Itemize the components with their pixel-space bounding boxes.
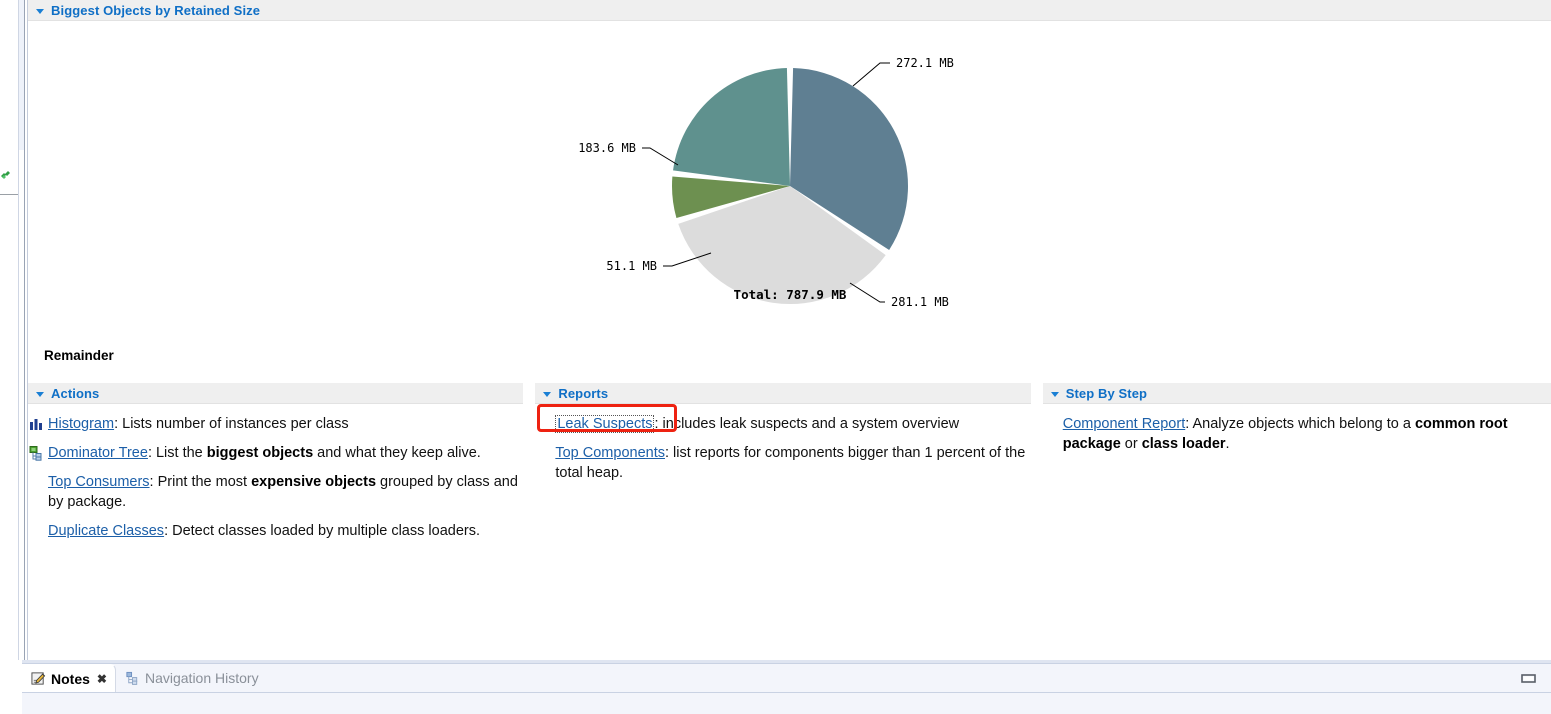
description-text: or — [1120, 436, 1142, 452]
description-text: and what they keep alive. — [313, 445, 481, 461]
editor-left-rail — [0, 0, 28, 660]
pie-slice-4[interactable] — [673, 68, 790, 186]
action-entry-text: Duplicate Classes: Detect classes loaded… — [48, 521, 523, 541]
pie-slice-label-1: 272.1 MB — [896, 56, 954, 70]
close-icon[interactable]: ✖ — [97, 673, 107, 685]
pie-slices — [672, 68, 908, 304]
report-entry-text: Leak Suspects: includes leak suspects an… — [537, 404, 1030, 434]
section-header-underline — [1042, 403, 1551, 404]
link-component-report[interactable]: Component Report — [1063, 416, 1186, 432]
retained-size-pie-chart: 272.1 MB 281.1 MB 51.1 MB 183.6 MB Total: 7… — [28, 21, 1551, 363]
description-text: : includes leak suspects and a system ov… — [654, 416, 960, 432]
description-text: . — [1225, 436, 1230, 452]
step-entry-text: Component Report: Analyze objects which … — [1063, 414, 1551, 454]
action-entry-text: Top Consumers: Print the most expensive … — [48, 472, 523, 512]
bookmark-green-icon[interactable] — [0, 168, 12, 180]
no-icon — [1043, 416, 1059, 432]
link-top-consumers[interactable]: Top Consumers — [48, 474, 150, 490]
step-by-step-list: Component Report: Analyze objects which … — [1043, 404, 1551, 454]
view-tab-notes[interactable]: Notes ✖ — [22, 664, 116, 692]
description-text: : Print the most — [149, 474, 252, 490]
link-top-components[interactable]: Top Components — [555, 445, 665, 461]
chevron-down-icon[interactable] — [1050, 391, 1059, 397]
step-entry: Component Report: Analyze objects which … — [1043, 414, 1551, 454]
rail-divider-a — [18, 0, 19, 660]
action-entry: Top Consumers: Print the most expensive … — [28, 472, 523, 512]
rail-separator — [0, 194, 18, 195]
report-entry: Leak Suspects: includes leak suspects an… — [535, 404, 1030, 434]
view-tab-row: Notes ✖ Navigation History — [22, 664, 1551, 692]
no-icon — [535, 445, 551, 461]
section-header-reports[interactable]: Reports — [535, 383, 1031, 404]
link-leak-suspects[interactable]: Leak Suspects — [555, 415, 655, 433]
description-text: : List the — [147, 445, 207, 461]
description-text: : Lists number of instances per class — [114, 416, 349, 432]
actions-list: Histogram: Lists number of instances per… — [28, 404, 523, 541]
reports-list: Leak Suspects: includes leak suspects an… — [535, 404, 1030, 483]
description-text: : Analyze objects which belong to a — [1185, 416, 1415, 432]
emphasis-text: expensive objects — [251, 474, 377, 490]
section-title-actions: Actions — [51, 386, 100, 401]
panel-actions: Actions Histogram: Lists number of insta… — [28, 383, 524, 660]
no-icon — [28, 474, 44, 490]
section-header-underline — [535, 403, 1031, 404]
view-tab-label: Notes — [51, 670, 90, 687]
pie-slice-label-3: 51.1 MB — [606, 259, 657, 273]
emphasis-text: class loader — [1141, 436, 1226, 452]
pie-leader-line-2 — [849, 282, 885, 303]
leak-suspects-highlight-wrapper: Leak Suspects — [537, 404, 678, 434]
pie-leader-line-4 — [642, 147, 679, 166]
pie-leader-line-1 — [852, 62, 890, 87]
section-title-reports: Reports — [558, 386, 609, 401]
section-title-biggest-objects: Biggest Objects by Retained Size — [51, 3, 261, 18]
mat-overview-editor: Biggest Objects by Retained Size 272.1 M… — [0, 0, 1551, 714]
pie-slice-label-2: 281.1 MB — [891, 295, 949, 309]
notes-view-body[interactable] — [22, 693, 1551, 714]
link-histogram[interactable]: Histogram — [48, 416, 114, 432]
view-tab-navigation-history[interactable]: Navigation History — [116, 664, 267, 692]
pie-chart-svg: 272.1 MB 281.1 MB 51.1 MB 183.6 MB Total: 7… — [578, 56, 954, 309]
dominator-tree-icon — [28, 445, 44, 461]
chevron-down-icon[interactable] — [36, 391, 44, 397]
overview-pane: Biggest Objects by Retained Size 272.1 M… — [28, 0, 1551, 660]
chevron-down-icon[interactable] — [543, 391, 552, 397]
navigation-history-icon — [125, 671, 140, 686]
bottom-view-stack: Notes ✖ Navigation History — [22, 660, 1551, 714]
remainder-label: Remainder — [44, 348, 114, 363]
action-entry-text: Dominator Tree: List the biggest objects… — [48, 443, 523, 463]
section-header-biggest-objects[interactable]: Biggest Objects by Retained Size — [28, 0, 1551, 21]
pie-total-label: Total: 787.9 MB — [734, 287, 847, 302]
section-header-step-by-step[interactable]: Step By Step — [1042, 383, 1551, 404]
link-dominator-tree[interactable]: Dominator Tree — [48, 445, 148, 461]
chevron-down-icon[interactable] — [36, 8, 44, 14]
pie-slice-label-4: 183.6 MB — [578, 141, 636, 155]
link-duplicate-classes[interactable]: Duplicate Classes — [48, 523, 164, 539]
no-icon — [28, 523, 44, 539]
emphasis-text: biggest objects — [206, 445, 314, 461]
action-entry: Duplicate Classes: Detect classes loaded… — [28, 521, 523, 541]
overview-panels: Actions Histogram: Lists number of insta… — [28, 383, 1551, 660]
panel-step-by-step: Step By Step Component Report: Analyze o… — [1042, 383, 1551, 660]
section-header-actions[interactable]: Actions — [28, 383, 524, 404]
rail-divider-b — [24, 0, 25, 660]
action-entry: Dominator Tree: List the biggest objects… — [28, 443, 523, 463]
notes-pencil-icon — [31, 671, 46, 686]
section-title-step-by-step: Step By Step — [1065, 386, 1148, 401]
panel-reports: Reports Leak Suspects: includes leak sus… — [535, 383, 1031, 660]
view-tab-label: Navigation History — [144, 670, 259, 686]
section-header-underline — [28, 403, 524, 404]
action-entry: Histogram: Lists number of instances per… — [28, 414, 523, 434]
report-entry-text: Top Components: list reports for compone… — [555, 443, 1030, 483]
report-entry: Top Components: list reports for compone… — [535, 443, 1030, 483]
no-icon — [535, 416, 551, 432]
minimize-icon[interactable] — [1520, 672, 1537, 685]
description-text: : Detect classes loaded by multiple clas… — [164, 523, 480, 539]
histogram-icon — [28, 416, 44, 432]
action-entry-text: Histogram: Lists number of instances per… — [48, 414, 523, 434]
